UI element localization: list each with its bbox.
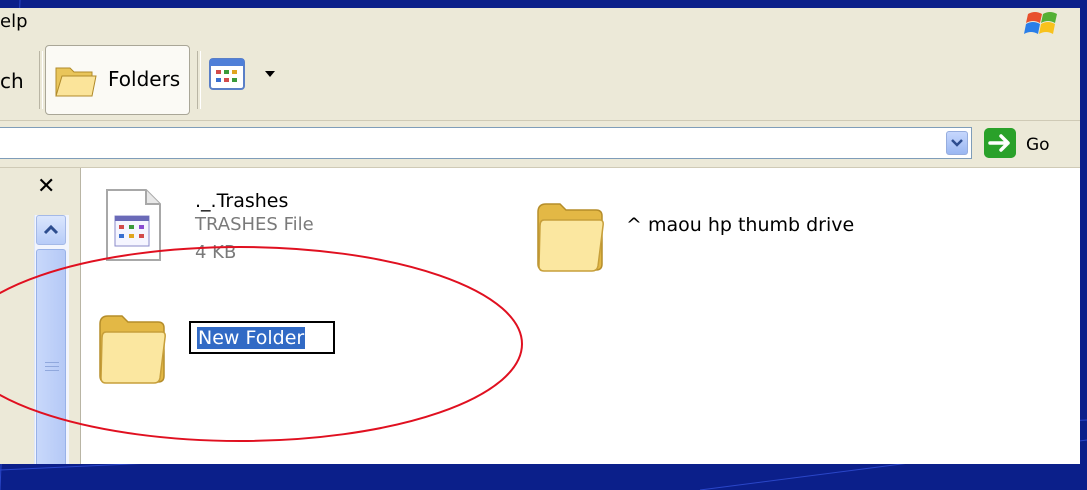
file-type: TRASHES File: [195, 214, 314, 235]
folders-button[interactable]: Folders: [45, 45, 190, 115]
views-icon[interactable]: [209, 57, 245, 91]
folder-icon[interactable]: [96, 308, 168, 388]
folders-pane: ✕: [0, 168, 81, 464]
file-name[interactable]: ^ maou hp thumb drive: [626, 214, 854, 236]
search-button-label[interactable]: ch: [0, 69, 24, 93]
go-arrow-icon[interactable]: [984, 128, 1016, 158]
toolbar: ch Folders: [0, 39, 1080, 121]
folder-icon[interactable]: [534, 196, 606, 276]
address-dropdown-button[interactable]: [946, 131, 968, 155]
scroll-grip: [45, 370, 59, 371]
rename-field[interactable]: New Folder: [189, 321, 335, 354]
chevron-up-icon: [43, 224, 59, 235]
go-button[interactable]: Go: [1026, 135, 1050, 155]
file-list: ._.Trashes TRASHES File 4 KB ^ maou hp t…: [82, 168, 1080, 464]
address-field[interactable]: [0, 127, 972, 159]
scroll-grip: [45, 362, 59, 363]
scroll-grip: [45, 366, 59, 367]
menu-help[interactable]: elp: [0, 11, 28, 32]
address-bar: Go: [0, 121, 1080, 168]
close-icon[interactable]: ✕: [37, 174, 55, 199]
menu-bar: elp: [0, 8, 1080, 40]
folders-label: Folders: [108, 67, 181, 91]
chevron-down-icon: [951, 139, 963, 147]
generic-file-icon[interactable]: [104, 188, 162, 262]
folders-icon: [55, 67, 97, 97]
toolbar-separator: [39, 51, 43, 109]
windows-logo-icon: [1024, 12, 1057, 34]
scroll-up-button[interactable]: [36, 215, 66, 245]
vertical-scrollbar[interactable]: [34, 215, 69, 464]
scroll-thumb[interactable]: [36, 249, 66, 464]
toolbar-separator: [197, 51, 201, 109]
explorer-window: elp ch Folders Go ✕ ._.Trashes TRASHES F…: [0, 8, 1080, 464]
views-dropdown-arrow-icon[interactable]: [265, 71, 275, 77]
file-size: 4 KB: [195, 242, 237, 263]
file-name[interactable]: ._.Trashes: [195, 190, 288, 212]
rename-selected-text: New Folder: [197, 327, 306, 349]
